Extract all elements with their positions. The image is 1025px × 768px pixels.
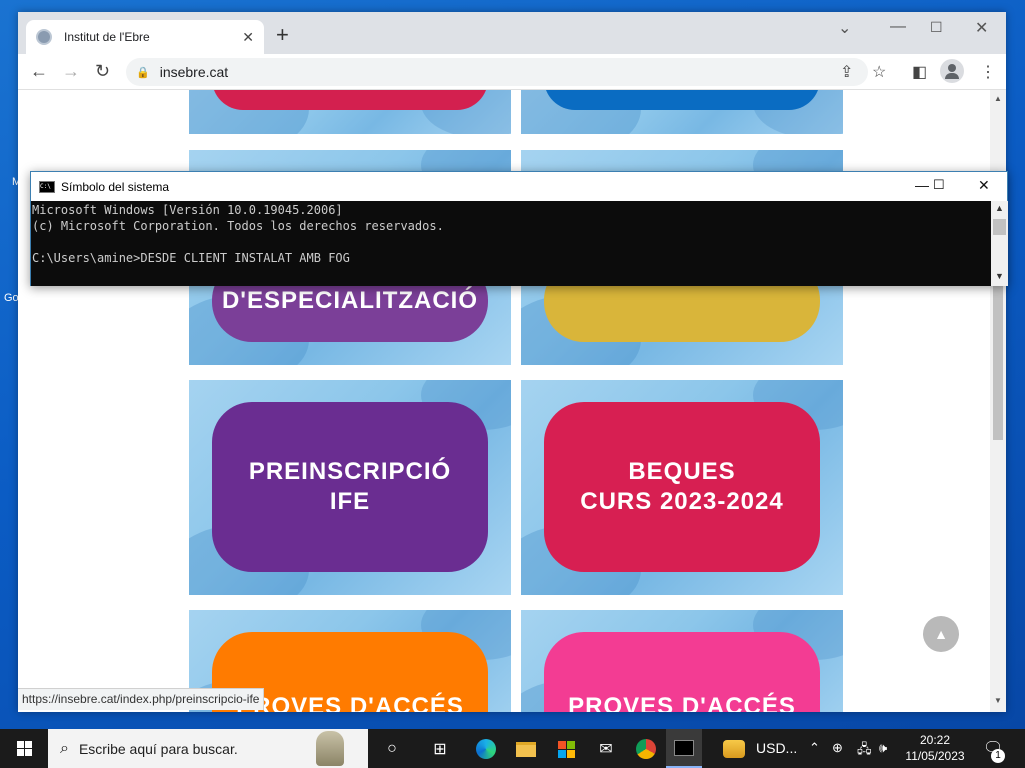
taskbar-clock[interactable]: 20:22 11/05/2023: [900, 732, 970, 764]
mail-icon[interactable]: ✉: [594, 738, 618, 760]
clock-date: 11/05/2023: [905, 749, 965, 763]
task-view-icon[interactable]: ○: [380, 738, 404, 760]
show-hidden-icons-chevron-icon[interactable]: ⌃: [809, 740, 820, 756]
close-tab-icon[interactable]: ✕: [242, 29, 254, 46]
forward-button[interactable]: →: [62, 61, 80, 81]
console-line: C:\Users\amine>DESDE CLIENT INSTALAT AMB…: [32, 251, 350, 265]
menu-kebab-icon[interactable]: ⋮: [980, 62, 996, 82]
weather-widget-label[interactable]: USD...: [756, 740, 797, 756]
tab-search-icon[interactable]: ⌄: [838, 18, 851, 38]
link-tile[interactable]: PROVES D'ACCÉS: [521, 610, 843, 712]
edge-icon[interactable]: [474, 738, 498, 760]
profile-avatar-icon[interactable]: [940, 59, 964, 83]
link-tile[interactable]: BEQUES CURS 2023-2024: [521, 380, 843, 595]
minimize-button[interactable]: —: [915, 177, 929, 193]
taskbar-search-box[interactable]: ⌕ Escribe aquí para buscar.: [48, 729, 368, 768]
widgets-icon[interactable]: ⊞: [428, 738, 452, 760]
minimize-button[interactable]: —: [890, 18, 906, 36]
link-tile[interactable]: [521, 90, 843, 134]
scroll-down-arrow-icon[interactable]: ▼: [995, 271, 1004, 281]
cmd-titlebar[interactable]: C:\ Símbolo del sistema — ☐ ✕: [31, 172, 1007, 201]
address-url: insebre.cat: [159, 64, 229, 80]
clock-time: 20:22: [919, 733, 951, 747]
bookmark-star-icon[interactable]: ☆: [872, 62, 886, 82]
tile-pill: BEQUES CURS 2023-2024: [544, 402, 820, 572]
search-placeholder: Escribe aquí para buscar.: [78, 740, 238, 757]
notification-badge: 1: [991, 749, 1005, 763]
lock-icon[interactable]: 🔒: [136, 66, 150, 79]
maximize-button[interactable]: ☐: [930, 19, 943, 36]
side-panel-icon[interactable]: ◧: [912, 62, 927, 82]
weather-icon[interactable]: [722, 738, 746, 760]
site-favicon-icon: [36, 29, 52, 45]
search-icon: ⌕: [60, 739, 69, 757]
windows-logo-icon: [16, 741, 32, 756]
link-tile[interactable]: PREINSCRIPCIÓ IFE: [189, 380, 511, 595]
tab-title: Institut de l'Ebre: [64, 30, 150, 44]
browser-toolbar: ← → ↻ 🔒 insebre.cat ⇪ ☆ ◧ ⋮: [18, 54, 1006, 90]
chrome-icon[interactable]: [634, 738, 658, 760]
back-button[interactable]: ←: [30, 61, 48, 81]
tab-strip: Institut de l'Ebre ✕ + ⌄ — ☐ ✕: [18, 12, 1006, 54]
scrollbar-thumb[interactable]: [993, 285, 1003, 440]
close-window-button[interactable]: ✕: [975, 18, 988, 38]
browser-tab[interactable]: Institut de l'Ebre ✕: [26, 20, 264, 54]
browser-window: Institut de l'Ebre ✕ + ⌄ — ☐ ✕ ← → ↻ 🔒 i…: [18, 12, 1006, 712]
cmd-app-icon: [674, 740, 694, 756]
console-scrollbar[interactable]: ▲ ▼: [991, 201, 1008, 286]
volume-icon[interactable]: 🕪: [879, 740, 887, 756]
scroll-to-top-button[interactable]: ▲: [923, 616, 959, 652]
start-button[interactable]: [0, 729, 48, 768]
tile-pill: PROVES D'ACCÉS: [544, 632, 820, 712]
tile-pill: PREINSCRIPCIÓ IFE: [212, 402, 488, 572]
console-line: Microsoft Windows [Versión 10.0.19045.20…: [32, 203, 343, 217]
cmd-app-icon: C:\: [39, 180, 55, 193]
tile-pill: [544, 90, 820, 110]
cmd-taskbar-button[interactable]: [666, 729, 702, 768]
file-explorer-icon[interactable]: [514, 738, 538, 760]
scrollbar-thumb[interactable]: [993, 219, 1006, 235]
address-bar[interactable]: 🔒 insebre.cat: [126, 58, 868, 86]
status-url-bubble: https://insebre.cat/index.php/preinscrip…: [18, 688, 265, 710]
console-output[interactable]: Microsoft Windows [Versión 10.0.19045.20…: [31, 201, 991, 286]
search-highlight-image: [316, 731, 344, 766]
cmd-window-title: Símbolo del sistema: [61, 179, 170, 194]
link-tile[interactable]: [189, 90, 511, 134]
tile-pill: [212, 90, 488, 110]
new-tab-button[interactable]: +: [276, 24, 289, 46]
store-icon[interactable]: [554, 738, 578, 760]
desktop-icon-label[interactable]: Go: [4, 292, 19, 304]
console-line: (c) Microsoft Corporation. Todos los der…: [32, 219, 444, 233]
maximize-button[interactable]: ☐: [933, 177, 945, 193]
scroll-up-arrow-icon[interactable]: ▲: [994, 94, 1002, 103]
meet-now-icon[interactable]: ⊕: [832, 740, 843, 756]
share-icon[interactable]: ⇪: [840, 62, 853, 82]
taskbar: ⌕ Escribe aquí para buscar. ○ ⊞ ✉ USD...…: [0, 729, 1025, 768]
command-prompt-window[interactable]: C:\ Símbolo del sistema — ☐ ✕ Microsoft …: [30, 171, 1008, 286]
network-icon[interactable]: 🖧: [857, 740, 872, 762]
scroll-down-arrow-icon[interactable]: ▼: [994, 696, 1002, 705]
close-window-button[interactable]: ✕: [978, 177, 990, 194]
scroll-up-arrow-icon[interactable]: ▲: [995, 203, 1004, 213]
reload-button[interactable]: ↻: [95, 61, 110, 81]
